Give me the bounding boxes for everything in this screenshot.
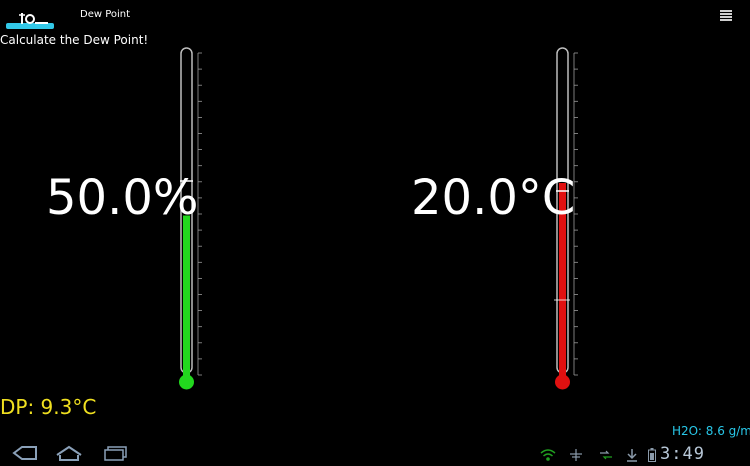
download-icon — [625, 447, 639, 462]
page-subtitle: Calculate the Dew Point! — [0, 33, 149, 47]
back-icon[interactable] — [8, 443, 42, 463]
water-content-result: H2O: 8.6 g/m³ — [672, 424, 750, 438]
app-icon[interactable] — [2, 4, 58, 34]
battery-icon — [648, 447, 656, 462]
wifi-icon — [540, 447, 556, 461]
humidity-bulb — [179, 374, 194, 390]
home-icon[interactable] — [52, 443, 86, 463]
app-title: Dew Point — [80, 9, 131, 20]
overflow-menu-icon[interactable] — [719, 8, 733, 22]
humidity-readout: 50.0% — [46, 170, 199, 226]
temperature-bulb — [555, 374, 570, 390]
sync-icon — [598, 447, 614, 461]
humidity-scale-ticks — [197, 52, 202, 376]
status-clock: 3:49 — [660, 444, 705, 464]
temperature-readout: 20.0°C — [411, 170, 576, 226]
recent-apps-icon[interactable] — [100, 443, 134, 463]
dew-point-result: DP: 9.3°C — [0, 395, 97, 419]
humidity-fill — [183, 215, 190, 380]
usb-icon — [568, 447, 584, 461]
